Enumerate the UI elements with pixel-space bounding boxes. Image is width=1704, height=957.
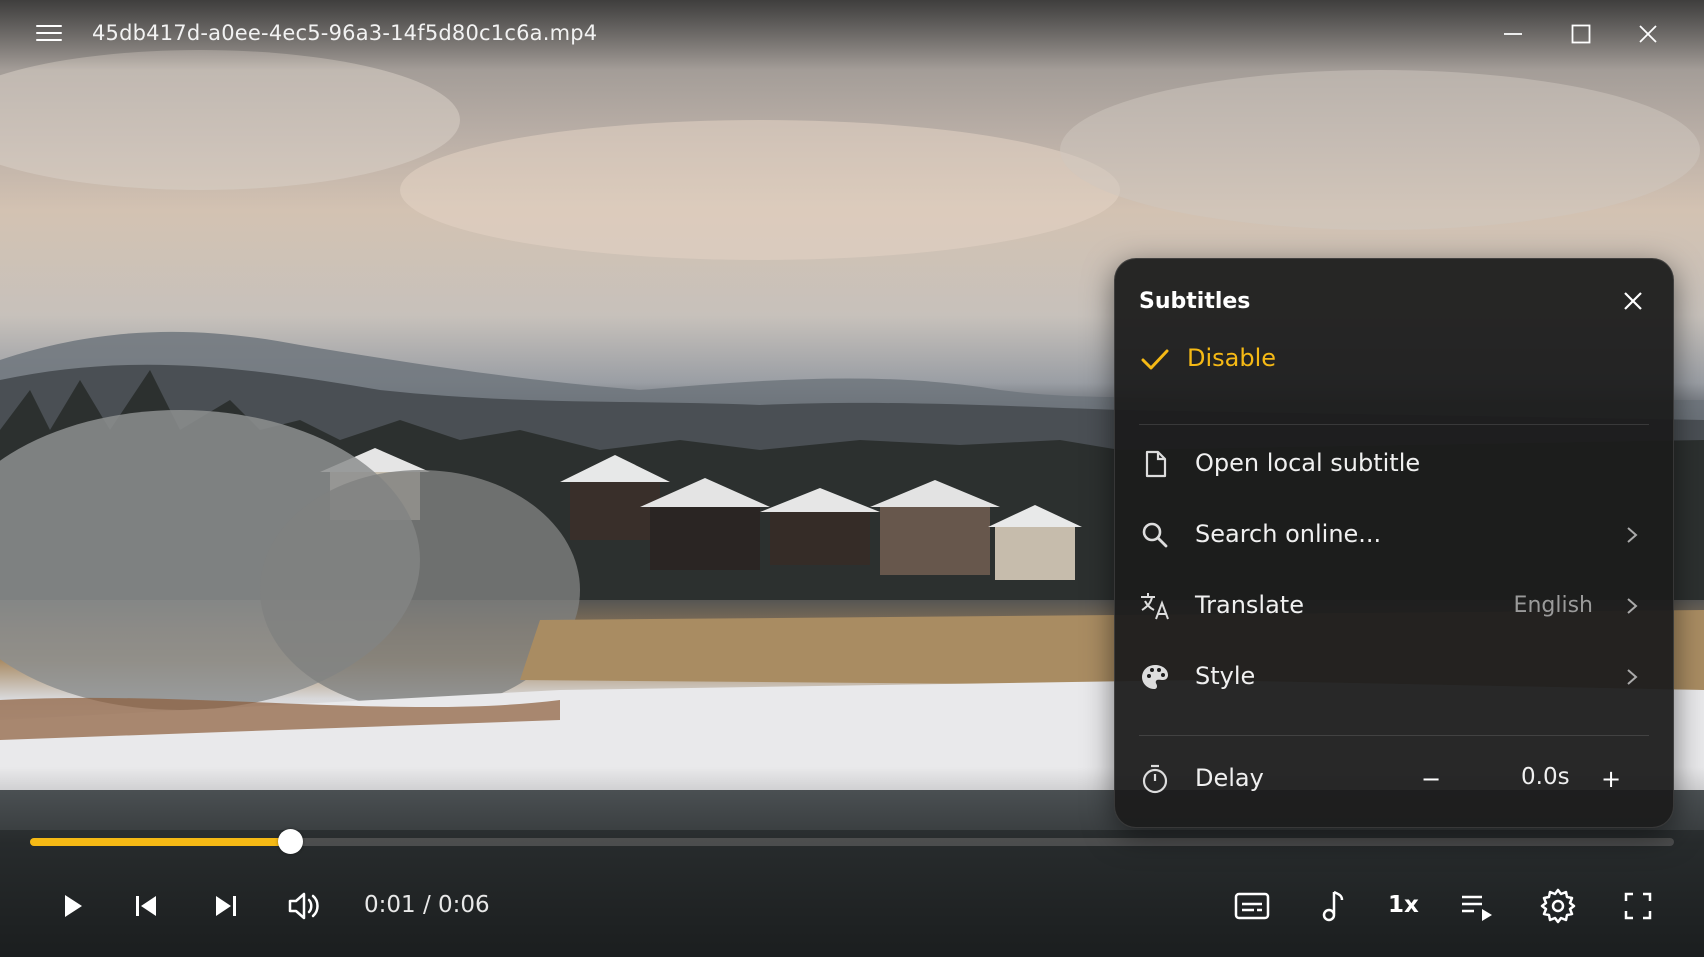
- subtitles-panel: Subtitles Disable Open local subtitle Se…: [1114, 258, 1674, 828]
- hamburger-icon: [36, 25, 62, 27]
- palette-icon: [1142, 665, 1168, 689]
- divider: [1139, 735, 1649, 736]
- delay-label: Delay: [1195, 764, 1264, 792]
- search-icon: [1142, 522, 1168, 548]
- style-option[interactable]: Style: [1139, 647, 1649, 707]
- search-online-option[interactable]: Search online...: [1139, 505, 1649, 565]
- translate-option[interactable]: Translate English: [1139, 576, 1649, 636]
- panel-title: Subtitles: [1139, 289, 1251, 314]
- play-icon: [65, 895, 82, 917]
- playlist-button[interactable]: [1458, 886, 1502, 926]
- maximize-icon: [1571, 24, 1591, 44]
- close-window-button[interactable]: [1626, 16, 1670, 52]
- translate-label: Translate: [1195, 591, 1304, 619]
- translate-language-value: English: [1513, 593, 1593, 618]
- panel-close-button[interactable]: [1619, 287, 1647, 315]
- close-icon: [1624, 292, 1642, 310]
- subtitles-button[interactable]: [1232, 886, 1276, 926]
- chevron-right-icon: [1627, 669, 1638, 685]
- skip-next-icon: [216, 896, 236, 916]
- chevron-right-icon: [1627, 527, 1638, 543]
- open-local-label: Open local subtitle: [1195, 449, 1421, 477]
- menu-button[interactable]: [36, 22, 62, 44]
- audio-track-button[interactable]: [1312, 886, 1356, 926]
- next-button[interactable]: [206, 886, 250, 926]
- minimize-button[interactable]: [1491, 16, 1535, 52]
- checkmark-icon: [1141, 349, 1169, 370]
- timer-icon: [1142, 764, 1168, 794]
- seek-bar[interactable]: [30, 829, 1674, 854]
- chevron-right-icon: [1627, 598, 1638, 614]
- delay-decrease-button[interactable]: −: [1413, 759, 1449, 799]
- subtitles-icon: [1234, 892, 1270, 920]
- disable-label: Disable: [1187, 344, 1277, 372]
- music-note-icon: [1322, 890, 1344, 922]
- fullscreen-icon: [1624, 892, 1652, 920]
- style-label: Style: [1195, 662, 1256, 690]
- delay-row: Delay − 0.0s +: [1139, 749, 1649, 809]
- fullscreen-button[interactable]: [1618, 886, 1662, 926]
- playback-speed-button[interactable]: 1x: [1388, 892, 1419, 918]
- translate-icon: [1141, 593, 1169, 620]
- settings-button[interactable]: [1538, 886, 1582, 926]
- divider: [1139, 424, 1649, 425]
- subtitle-disable-option[interactable]: Disable: [1139, 329, 1649, 389]
- delay-increase-button[interactable]: +: [1593, 759, 1629, 799]
- volume-button[interactable]: [284, 886, 328, 926]
- file-icon: [1145, 450, 1167, 478]
- playlist-icon: [1462, 895, 1492, 921]
- minimize-icon: [1504, 33, 1522, 35]
- time-display: 0:01 / 0:06: [364, 892, 490, 918]
- open-local-subtitle-option[interactable]: Open local subtitle: [1139, 434, 1649, 494]
- gear-icon: [1540, 888, 1576, 924]
- maximize-button[interactable]: [1559, 16, 1603, 52]
- close-icon: [1639, 25, 1657, 43]
- window-title: 45db417d-a0ee-4ec5-96a3-14f5d80c1c6a.mp4: [92, 21, 598, 45]
- title-bar: 45db417d-a0ee-4ec5-96a3-14f5d80c1c6a.mp4: [0, 0, 1704, 70]
- seek-thumb[interactable]: [277, 829, 303, 854]
- delay-value: 0.0s: [1521, 764, 1570, 790]
- seek-progress: [30, 838, 290, 846]
- previous-button[interactable]: [126, 886, 170, 926]
- search-online-label: Search online...: [1195, 520, 1382, 548]
- volume-icon: [288, 892, 319, 920]
- play-button[interactable]: [52, 886, 96, 926]
- skip-previous-icon: [136, 896, 156, 916]
